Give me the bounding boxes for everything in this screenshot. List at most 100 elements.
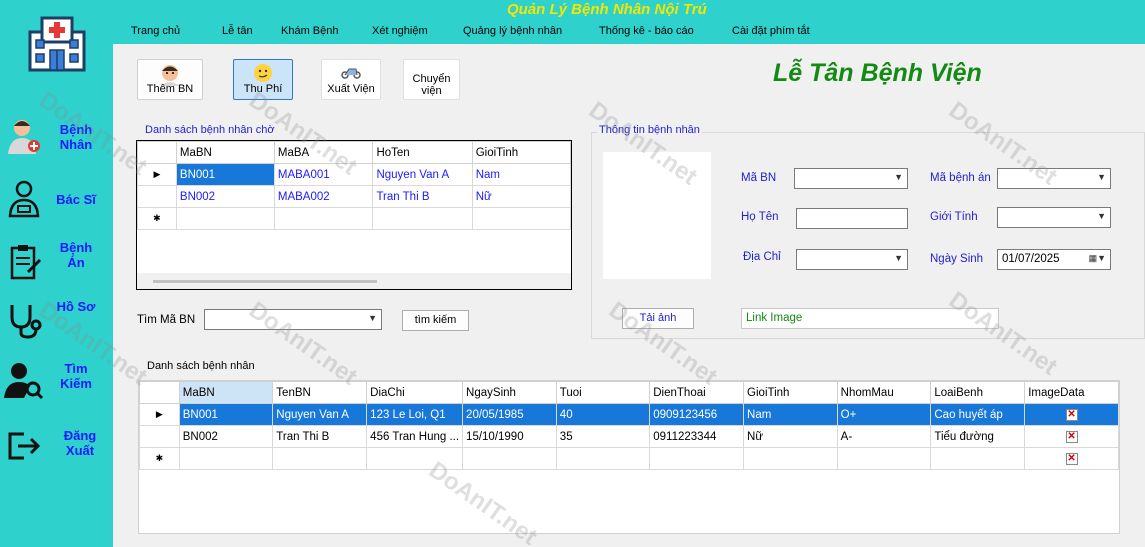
sidebar-item-records[interactable]: Bệnh Án [0,238,113,292]
table-cell[interactable]: Nam [743,403,838,426]
table-cell[interactable]: 0911223344 [649,425,745,448]
table-cell[interactable]: A- [836,425,932,448]
chevron-down-icon: ▼ [1097,172,1106,182]
column-header[interactable]: DienThoai [649,381,745,404]
waiting-list-title: Danh sách bệnh nhân chờ [143,124,277,136]
transfer-button[interactable]: Chuyển viện [403,59,460,100]
patient-id-combo[interactable]: ▼ [794,168,908,189]
collect-fee-button[interactable]: Thu Phí [233,59,293,100]
patients-grid[interactable]: MaBN TenBN DiaChi NgaySinh Tuoi DienThoa… [138,380,1120,534]
table-cell[interactable]: Nữ [743,425,838,448]
sidebar-item-label: Bệnh Án [59,240,93,270]
column-header[interactable]: LoaiBenh [930,381,1026,404]
column-header[interactable]: MaBN [178,381,274,404]
table-cell[interactable]: Tran Thi B [372,185,473,208]
new-row[interactable]: ✱ ✕ [139,447,1119,470]
table-cell[interactable]: Nguyen Van A [272,403,368,426]
search-button[interactable]: tìm kiếm [402,310,469,331]
table-row[interactable]: ▶ BN001 Nguyen Van A 123 Le Loi, Q1 20/0… [139,403,1119,426]
name-field[interactable] [796,208,908,229]
image-link-field[interactable]: Link Image [741,308,999,329]
column-header[interactable]: MaBN [175,141,275,164]
record-id-combo[interactable]: ▼ [997,168,1111,189]
table-cell[interactable]: 123 Le Loi, Q1 [366,403,464,426]
user-search-icon [4,360,44,400]
table-cell[interactable]: 456 Tran Hung ... [366,425,464,448]
current-row-arrow-icon: ▶ [137,163,177,186]
menu-reception[interactable]: Lễ tân [222,25,253,37]
table-cell[interactable]: 40 [555,403,651,426]
app-title: Quản Lý Bệnh Nhân Nội Trú [507,1,707,18]
table-cell[interactable]: BN002 [178,425,274,448]
discharge-label: Xuất Viện [327,83,375,95]
table-cell[interactable]: BN002 [175,185,275,208]
collect-fee-label: Thu Phí [243,83,283,95]
dob-date-picker[interactable]: 01/07/2025 ▦▼ [997,249,1111,270]
sidebar-item-patients[interactable]: Bệnh Nhân [0,112,113,166]
table-cell[interactable]: 20/05/1985 [462,403,557,426]
table-cell[interactable]: O+ [836,403,932,426]
upload-image-button[interactable]: Tải ảnh [622,308,694,329]
sidebar-item-label: Bệnh Nhân [59,122,93,152]
table-row[interactable]: BN002 Tran Thi B 456 Tran Hung ... 15/10… [139,425,1119,448]
gender-combo[interactable]: ▼ [997,207,1111,228]
new-row-icon: ✱ [137,207,177,230]
column-header[interactable]: ImageData [1024,381,1119,404]
clipboard-icon [4,242,44,282]
menu-patient-management[interactable]: Quảng lý bệnh nhân [463,25,562,37]
new-row[interactable]: ✱ [137,207,571,230]
sidebar-item-logout[interactable]: Đăng Xuất [0,424,113,478]
sidebar-item-label: Đăng Xuất [63,428,97,458]
image-cell[interactable]: ✕ [1024,425,1119,448]
column-header[interactable]: DiaChi [366,381,464,404]
stethoscope-icon [4,301,44,341]
table-row[interactable]: BN002 MABA002 Tran Thi B Nữ [137,185,571,208]
menu-lab-tests[interactable]: Xét nghiệm [372,25,428,37]
column-header[interactable]: TenBN [272,381,368,404]
table-cell[interactable]: Tiểu đường [930,425,1026,448]
table-cell[interactable]: BN001 [175,163,275,186]
column-header[interactable]: GioiTinh [471,141,571,164]
image-cell[interactable]: ✕ [1024,403,1119,426]
sidebar-item-doctors[interactable]: Bác Sĩ [0,174,113,228]
menu-home[interactable]: Trang chủ [131,25,180,37]
table-cell[interactable]: 0909123456 [649,403,745,426]
address-combo[interactable]: ▼ [796,249,908,270]
broken-image-icon: ✕ [1065,453,1078,465]
sidebar-item-profiles[interactable]: Hồ Sơ [0,297,113,351]
column-header[interactable]: MaBA [273,141,374,164]
column-header[interactable]: HoTen [372,141,473,164]
table-cell[interactable]: Nam [471,163,571,186]
image-cell[interactable]: ✕ [1024,447,1119,470]
search-patient-id-combo[interactable]: ▼ [204,309,382,330]
sidebar-item-search[interactable]: Tìm Kiếm [0,356,113,410]
sidebar-item-label: Tìm Kiếm [60,361,92,391]
column-header[interactable]: NgaySinh [462,381,557,404]
column-header[interactable]: GioiTinh [743,381,838,404]
table-cell[interactable]: MABA002 [273,185,374,208]
menu-examination[interactable]: Khám Bệnh [281,25,338,37]
table-cell[interactable]: 35 [555,425,651,448]
table-cell[interactable]: BN001 [178,403,274,426]
patient-icon [4,116,44,156]
menu-shortcut-settings[interactable]: Cài đặt phím tắt [732,25,810,37]
sidebar-item-label: Bác Sĩ [56,192,96,207]
table-cell[interactable]: Nguyen Van A [372,163,473,186]
table-row[interactable]: ▶ BN001 MABA001 Nguyen Van A Nam [137,163,571,186]
scooter-icon [339,62,363,83]
table-cell[interactable]: Cao huyết áp [930,403,1026,426]
table-cell[interactable]: 15/10/1990 [462,425,557,448]
add-patient-button[interactable]: Thêm BN [137,59,203,100]
column-header[interactable]: Tuoi [555,381,651,404]
table-cell[interactable]: Nữ [471,185,571,208]
column-header[interactable]: NhomMau [836,381,932,404]
table-cell[interactable]: Tran Thi B [272,425,368,448]
chevron-down-icon: ▼ [1097,211,1106,221]
horizontal-scrollbar[interactable] [137,273,571,289]
patients-list-title: Danh sách bệnh nhân [145,360,257,372]
add-patient-label: Thêm BN [146,83,194,95]
discharge-button[interactable]: Xuất Viện [321,59,381,100]
table-cell[interactable]: MABA001 [273,163,374,186]
waiting-list-grid[interactable]: MaBN MaBA HoTen GioiTinh ▶ BN001 MABA001… [136,140,572,290]
menu-statistics-reports[interactable]: Thống kê - báo cáo [599,25,694,37]
